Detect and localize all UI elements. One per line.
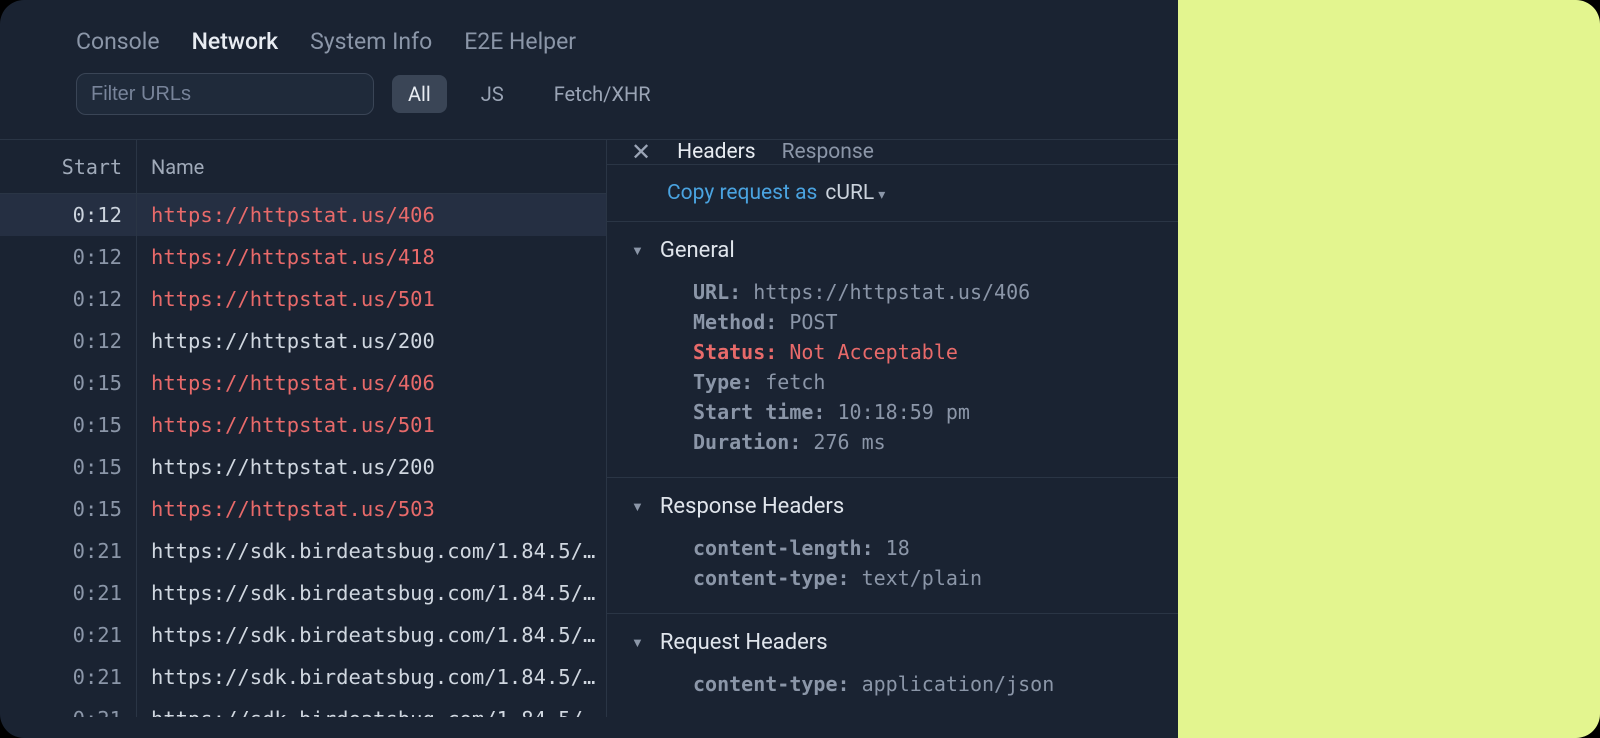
filter-chip-all[interactable]: All (392, 75, 447, 113)
section-toggle-response-headers[interactable]: ▼ Response Headers (631, 494, 1154, 519)
section-request-headers: ▼ Request Headers content-type: applicat… (607, 614, 1178, 717)
tab-system-info[interactable]: System Info (310, 28, 432, 55)
column-header-start[interactable]: Start (0, 140, 137, 193)
chevron-down-icon: ▾ (878, 187, 885, 203)
request-row[interactable]: 0:12https://httpstat.us/418 (0, 236, 606, 278)
kv-content-length: content-length: 18 (631, 533, 1154, 563)
request-row[interactable]: 0:21https://sdk.birdeatsbug.com/1.84.5/r… (0, 656, 606, 698)
request-row[interactable]: 0:12https://httpstat.us/406 (0, 194, 606, 236)
request-url: https://httpstat.us/406 (137, 371, 606, 395)
kv-duration: Duration: 276 ms (631, 427, 1154, 457)
kv-req-content-type: content-type: application/json (631, 669, 1154, 699)
request-row[interactable]: 0:12https://httpstat.us/200 (0, 320, 606, 362)
request-url: https://httpstat.us/501 (137, 413, 606, 437)
request-row[interactable]: 0:21https://sdk.birdeatsbug.com/1.84.5/_… (0, 614, 606, 656)
section-title: General (660, 238, 735, 263)
section-toggle-general[interactable]: ▼ General (631, 238, 1154, 263)
request-url: https://sdk.birdeatsbug.com/1.84.5/vu… (137, 707, 606, 717)
request-row[interactable]: 0:21https://sdk.birdeatsbug.com/1.84.5/v… (0, 698, 606, 717)
request-url: https://httpstat.us/200 (137, 455, 606, 479)
content-split: Start Name 0:12https://httpstat.us/4060:… (0, 139, 1178, 717)
request-start-time: 0:15 (0, 488, 137, 530)
section-title: Request Headers (660, 630, 828, 655)
tab-response[interactable]: Response (782, 140, 874, 164)
request-row[interactable]: 0:15https://httpstat.us/501 (0, 404, 606, 446)
copy-request-row: Copy request as cURL▾ (607, 165, 1178, 222)
triangle-down-icon: ▼ (631, 635, 644, 651)
triangle-down-icon: ▼ (631, 499, 644, 515)
request-row[interactable]: 0:21https://sdk.birdeatsbug.com/1.84.5/P… (0, 530, 606, 572)
request-start-time: 0:15 (0, 446, 137, 488)
request-start-time: 0:21 (0, 572, 137, 614)
request-url: https://sdk.birdeatsbug.com/1.84.5/Pr… (137, 539, 606, 563)
filter-bar: All JS Fetch/XHR (0, 73, 1178, 139)
request-row[interactable]: 0:12https://httpstat.us/501 (0, 278, 606, 320)
request-url: https://sdk.birdeatsbug.com/1.84.5/_p… (137, 623, 606, 647)
kv-content-type: content-type: text/plain (631, 563, 1154, 593)
detail-tabs: ✕ Headers Response (607, 140, 1178, 165)
request-row[interactable]: 0:15https://httpstat.us/200 (0, 446, 606, 488)
request-row[interactable]: 0:15https://httpstat.us/503 (0, 488, 606, 530)
section-title: Response Headers (660, 494, 844, 519)
request-start-time: 0:21 (0, 530, 137, 572)
tab-e2e-helper[interactable]: E2E Helper (464, 28, 576, 55)
request-row[interactable]: 0:15https://httpstat.us/406 (0, 362, 606, 404)
triangle-down-icon: ▼ (631, 243, 644, 259)
kv-type: Type: fetch (631, 367, 1154, 397)
section-toggle-request-headers[interactable]: ▼ Request Headers (631, 630, 1154, 655)
request-url: https://httpstat.us/501 (137, 287, 606, 311)
request-start-time: 0:12 (0, 236, 137, 278)
column-header-name[interactable]: Name (137, 155, 606, 179)
tab-network[interactable]: Network (192, 28, 279, 55)
kv-start-time: Start time: 10:18:59 pm (631, 397, 1154, 427)
request-list-panel: Start Name 0:12https://httpstat.us/4060:… (0, 140, 607, 717)
request-url: https://sdk.birdeatsbug.com/1.84.5/ru… (137, 665, 606, 689)
request-start-time: 0:15 (0, 362, 137, 404)
close-icon[interactable]: ✕ (631, 140, 651, 164)
request-start-time: 0:21 (0, 614, 137, 656)
kv-url: URL: https://httpstat.us/406 (631, 277, 1154, 307)
kv-method: Method: POST (631, 307, 1154, 337)
tab-console[interactable]: Console (76, 28, 160, 55)
section-general: ▼ General URL: https://httpstat.us/406 M… (607, 222, 1178, 478)
request-start-time: 0:21 (0, 698, 137, 717)
request-url: https://httpstat.us/200 (137, 329, 606, 353)
main-tabs: Console Network System Info E2E Helper (0, 0, 1178, 73)
request-rows: 0:12https://httpstat.us/4060:12https://h… (0, 194, 606, 717)
request-list-header: Start Name (0, 140, 606, 194)
request-start-time: 0:12 (0, 278, 137, 320)
copy-request-link[interactable]: Copy request as (667, 181, 817, 205)
section-response-headers: ▼ Response Headers content-length: 18 co… (607, 478, 1178, 614)
kv-status: Status: Not Acceptable (631, 337, 1154, 367)
brand-side-panel (1178, 0, 1600, 738)
request-start-time: 0:12 (0, 320, 137, 362)
tab-headers[interactable]: Headers (677, 140, 755, 164)
devtools-panel: Console Network System Info E2E Helper A… (0, 0, 1178, 738)
request-url: https://httpstat.us/406 (137, 203, 606, 227)
request-url: https://httpstat.us/418 (137, 245, 606, 269)
copy-format-select[interactable]: cURL▾ (825, 181, 885, 205)
request-url: https://httpstat.us/503 (137, 497, 606, 521)
filter-chip-fetch-xhr[interactable]: Fetch/XHR (538, 75, 667, 113)
request-start-time: 0:15 (0, 404, 137, 446)
filter-url-input[interactable] (76, 73, 374, 115)
request-detail-panel: ✕ Headers Response Copy request as cURL▾… (607, 140, 1178, 717)
request-url: https://sdk.birdeatsbug.com/1.84.5/Wa… (137, 581, 606, 605)
filter-chip-js[interactable]: JS (465, 75, 520, 113)
request-start-time: 0:21 (0, 656, 137, 698)
request-row[interactable]: 0:21https://sdk.birdeatsbug.com/1.84.5/W… (0, 572, 606, 614)
request-start-time: 0:12 (0, 194, 137, 236)
